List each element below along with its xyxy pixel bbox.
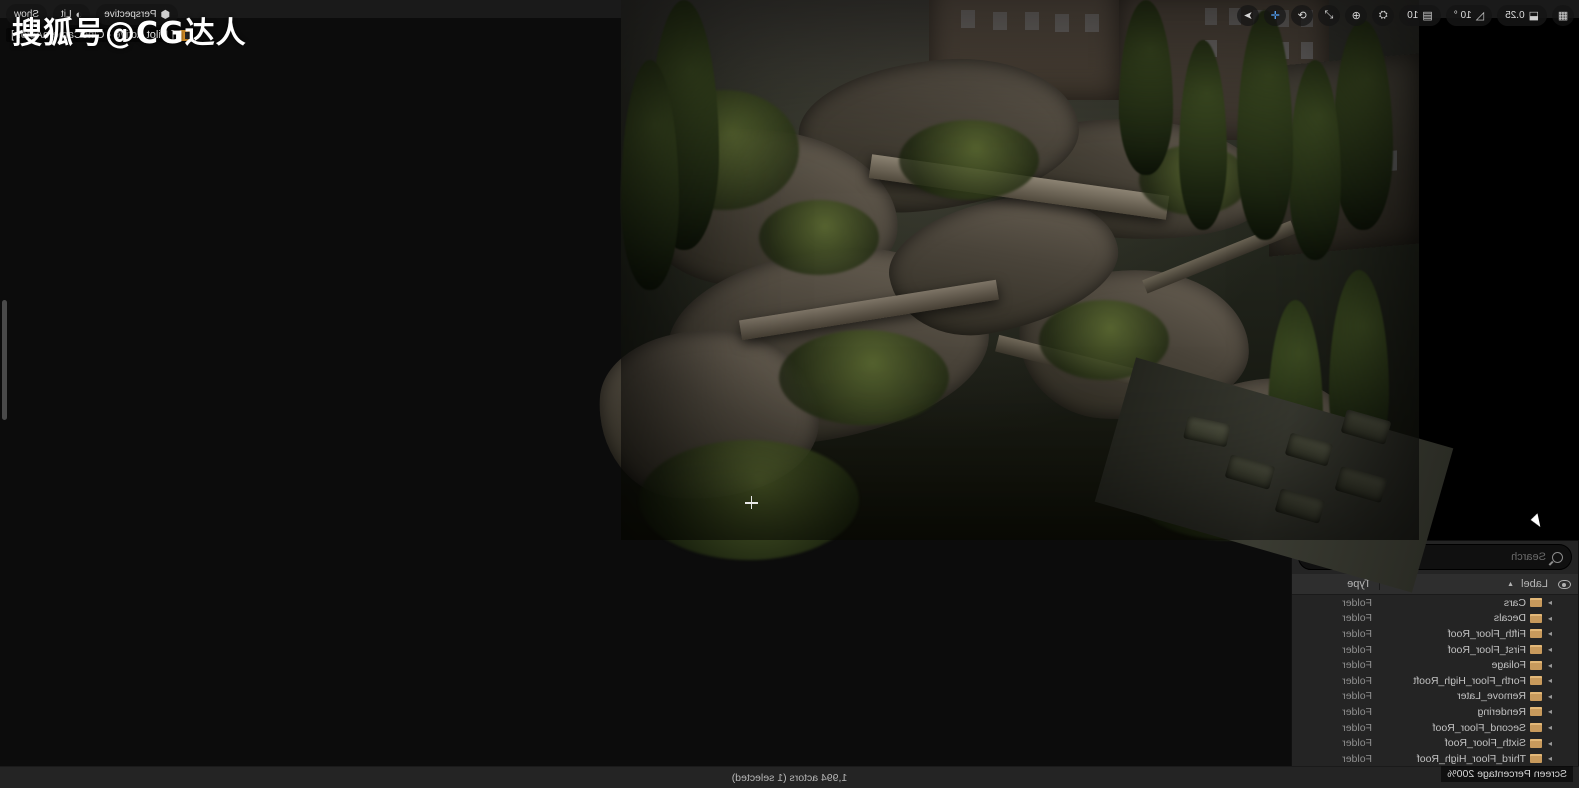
rotate-gizmo-icon[interactable]: ⟳ — [1291, 4, 1314, 26]
outliner-row-type: Folder — [1342, 643, 1372, 656]
outliner-row[interactable]: ▸ Second_Floor_Roof Folder — [1292, 720, 1578, 736]
expand-arrow-icon[interactable]: ▸ — [1542, 614, 1552, 623]
outliner-row-label: Sixth_Floor_Roof — [1444, 737, 1526, 750]
move-gizmo-icon[interactable]: ✛ — [1264, 4, 1287, 26]
grid-snap-label: 0.25 — [1505, 9, 1525, 21]
outliner-status-text: 1,994 actors (1 selected) — [0, 766, 1579, 788]
viewport-render — [593, 0, 1454, 593]
outliner-column-headers: Label ▲ Type — [1292, 574, 1578, 595]
expand-arrow-icon[interactable]: ▸ — [1542, 676, 1552, 685]
folder-icon — [1530, 707, 1542, 717]
viewport-crosshair-icon — [745, 496, 758, 509]
expand-arrow-icon[interactable]: ▸ — [1542, 707, 1552, 716]
expand-arrow-icon[interactable]: ▸ — [1542, 739, 1552, 748]
outliner-row[interactable]: ▸ Fifth_Floor_Roof Folder — [1292, 626, 1578, 642]
outliner-row[interactable]: ▸ Rendering Folder — [1292, 704, 1578, 720]
outliner-row-type: Folder — [1342, 690, 1372, 703]
outliner-row[interactable]: ▸ Third_Floor_High_Roof Folder — [1292, 751, 1578, 767]
viewport-transform-toolbar[interactable]: ▦ ⬓ 0.25 ◺ 10 ° ▤ 10 ⛭ ⊕ ⤢ ⟳ ✛ ➤ — [1237, 4, 1574, 26]
folder-icon — [1530, 691, 1542, 701]
label-column-text: Label — [1521, 578, 1548, 590]
outliner-row[interactable]: ▸ Foliage Folder — [1292, 657, 1578, 673]
outliner-row-label: Remove_Later — [1457, 690, 1526, 703]
rotation-snap-value[interactable]: ◺ 10 ° — [1445, 4, 1493, 26]
snap-grid-icon: ⬓ — [1528, 9, 1539, 22]
outliner-row-type: Folder — [1342, 674, 1372, 687]
outliner-search-placeholder: Search — [1511, 551, 1546, 563]
scale-snap-value[interactable]: ▤ 10 — [1399, 4, 1441, 26]
outliner-row-label: Foliage — [1491, 659, 1526, 672]
eye-icon — [1558, 579, 1572, 589]
watermark-text: 搜狐号@CG达人 — [12, 16, 247, 51]
sort-ascending-icon: ▲ — [1507, 580, 1515, 588]
scale-snap-label: 10 — [1407, 9, 1419, 21]
camera-speed-icon[interactable]: ⛭ — [1372, 4, 1395, 26]
folder-icon — [1530, 629, 1542, 639]
outliner-row-type: Folder — [1342, 752, 1372, 765]
outliner-row-label: Rendering — [1477, 705, 1526, 718]
outliner-row[interactable]: ▸ Forth_Floor_High_Rooft Folder — [1292, 673, 1578, 689]
grid-snap-value[interactable]: ⬓ 0.25 — [1497, 4, 1547, 26]
folder-icon — [1530, 645, 1542, 655]
outliner-row-type: Folder — [1342, 659, 1372, 672]
outliner-row-label: Forth_Floor_High_Rooft — [1413, 674, 1526, 687]
outliner-row-type: Folder — [1342, 721, 1372, 734]
outliner-row-label: Cars — [1503, 596, 1526, 609]
world-outliner-panel: Search Label ▲ Type ▸ Cars Folder ▸ Decals Fo… — [0, 540, 1579, 788]
level-viewport[interactable]: ▦ ⬓ 0.25 ◺ 10 ° ▤ 10 ⛭ ⊕ ⤢ ⟳ ✛ ➤ ⬢ Persp — [6, 0, 1579, 782]
select-gizmo-icon[interactable]: ➤ — [1237, 4, 1260, 26]
outliner-row[interactable]: ▸ Sixth_Floor_Roof Folder — [1292, 735, 1578, 751]
folder-icon — [1530, 754, 1542, 764]
outliner-row-type: Folder — [1342, 737, 1372, 750]
expand-arrow-icon[interactable]: ▸ — [1542, 723, 1552, 732]
outliner-row-label: Second_Floor_Roof — [1432, 721, 1526, 734]
outliner-row-type: Folder — [1342, 612, 1372, 625]
folder-icon — [1530, 598, 1542, 608]
grid-toggle-icon[interactable]: ▦ — [1552, 4, 1574, 26]
folder-icon — [1530, 738, 1542, 748]
outliner-row-type: Folder — [1342, 705, 1372, 718]
scale-gizmo-icon[interactable]: ⤢ — [1318, 4, 1341, 26]
angle-snap-label: 10 ° — [1453, 9, 1472, 21]
outliner-row-label: Decals — [1493, 612, 1526, 625]
outliner-item-list[interactable]: ▸ Cars Folder ▸ Decals Folder ▸ Fifth_Floor_Roo… — [1292, 595, 1578, 788]
expand-arrow-icon[interactable]: ▸ — [1542, 754, 1552, 763]
outliner-row-type: Folder — [1342, 596, 1372, 609]
visibility-column-header[interactable] — [1552, 579, 1578, 589]
folder-icon — [1530, 723, 1542, 733]
outliner-row-label: Third_Floor_High_Roof — [1416, 752, 1526, 765]
folder-icon — [1530, 613, 1542, 623]
outliner-row-label: First_Floor_Roof — [1447, 643, 1526, 656]
folder-icon — [1530, 676, 1542, 686]
details-scrollbar[interactable] — [2, 300, 7, 420]
outliner-row-type: Folder — [1342, 627, 1372, 640]
expand-arrow-icon[interactable]: ▸ — [1542, 645, 1552, 654]
outliner-row-label: Fifth_Floor_Roof — [1447, 627, 1526, 640]
folder-icon — [1530, 660, 1542, 670]
world-space-icon[interactable]: ⊕ — [1345, 4, 1368, 26]
outliner-row[interactable]: ▸ Decals Folder — [1292, 611, 1578, 627]
expand-arrow-icon[interactable]: ▸ — [1542, 598, 1552, 607]
outliner-row[interactable]: ▸ Remove_Later Folder — [1292, 689, 1578, 705]
rotation-snap-icon: ◺ — [1475, 9, 1485, 22]
outliner-row[interactable]: ▸ First_Floor_Roof Folder — [1292, 642, 1578, 658]
outliner-row[interactable]: ▸ Cars Folder — [1292, 595, 1578, 611]
expand-arrow-icon[interactable]: ▸ — [1542, 661, 1552, 670]
scale-snap-icon: ▤ — [1422, 9, 1433, 22]
search-icon — [1552, 551, 1563, 563]
expand-arrow-icon[interactable]: ▸ — [1542, 692, 1552, 701]
unreal-editor-window: ▦ ⬓ 0.25 ◺ 10 ° ▤ 10 ⛭ ⊕ ⤢ ⟳ ✛ ➤ ⬢ Persp — [0, 0, 1579, 788]
expand-arrow-icon[interactable]: ▸ — [1542, 629, 1552, 638]
